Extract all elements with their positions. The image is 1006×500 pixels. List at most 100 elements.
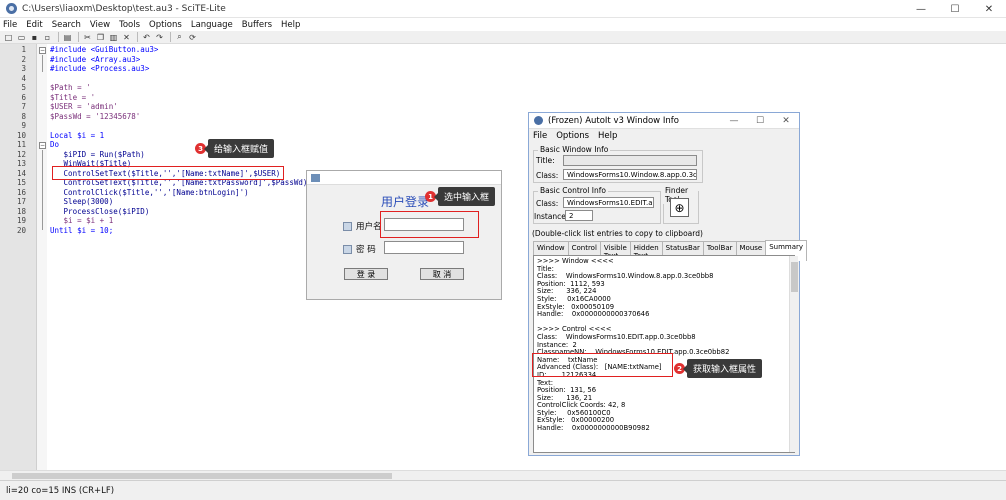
code-line[interactable]: Do [50, 140, 59, 150]
user-icon [343, 221, 352, 231]
scite-app-icon [6, 3, 17, 14]
save-icon[interactable]: ▪ [29, 32, 40, 43]
summary-row[interactable]: >>>> Window <<<< [537, 257, 791, 266]
code-editor[interactable]: 1 2 3 4 5 6 7 8 9 10 11 12 13 14 15 16 17 18 19 20 − − #inc… [0, 44, 1006, 470]
key-icon [343, 244, 352, 254]
summary-row[interactable]: Handle: 0x0000000000B90982 [537, 424, 791, 433]
group-title: Basic Window Info [538, 145, 611, 154]
code-line[interactable]: ProcessClose($iPID) [50, 207, 150, 217]
fold-toggle-icon[interactable]: − [39, 142, 46, 149]
code-line[interactable]: Until $i = 10; [50, 226, 113, 236]
menu-language[interactable]: Language [191, 20, 233, 30]
replace-icon[interactable]: ⟳ [187, 32, 198, 43]
line-number: 10 [16, 130, 26, 140]
print-icon[interactable]: ▤ [62, 32, 73, 43]
title-label: Title: [536, 156, 555, 165]
line-number: 19 [16, 216, 26, 225]
callout-get-properties: 2 获取输入框属性 [674, 359, 763, 378]
line-number: 18 [16, 206, 26, 216]
minimize-button[interactable]: — [904, 0, 938, 18]
scrollbar-thumb[interactable] [12, 473, 392, 479]
line-number: 2 [21, 54, 26, 64]
fold-margin[interactable] [37, 44, 47, 470]
code-line[interactable]: Sleep(3000) [50, 197, 114, 207]
password-input[interactable] [384, 241, 464, 254]
code-line[interactable]: $i = $i + 1 [50, 216, 114, 226]
toolbar: □ ▭ ▪ ▫ ▤ ✂ ❐ ▥ ✕ ↶ ↷ ⌕ ⟳ [0, 31, 1006, 44]
control-class-field[interactable]: WindowsForms10.EDIT.app.0 [563, 197, 654, 208]
wininfo-minimize-button[interactable]: — [721, 113, 747, 129]
wininfo-title: (Frozen) AutoIt v3 Window Info [548, 115, 679, 126]
paste-icon[interactable]: ▥ [108, 32, 119, 43]
autoit-icon [534, 116, 543, 125]
menu-search[interactable]: Search [52, 20, 81, 30]
window-class-field[interactable]: WindowsForms10.Window.8.app.0.3ce0bb8 [563, 169, 697, 180]
finder-tool-icon[interactable]: ⊕ [670, 198, 689, 217]
line-number: 16 [16, 187, 26, 197]
scrollbar-thumb[interactable] [791, 262, 798, 292]
highlight-box-properties [532, 353, 673, 377]
login-button[interactable]: 登 录 [344, 268, 388, 280]
undo-icon[interactable]: ↶ [141, 32, 152, 43]
username-label-text: 用户名 [356, 222, 382, 232]
callout-select-input: 1 选中输入框 [425, 187, 496, 206]
line-number: 11 [16, 140, 26, 149]
summary-scrollbar[interactable] [789, 256, 798, 452]
line-number: 4 [21, 73, 26, 83]
password-label-text: 密 码 [356, 245, 376, 255]
line-number: 17 [16, 197, 26, 206]
line-number: 7 [21, 102, 26, 111]
wininfo-menu-file[interactable]: File [533, 131, 547, 141]
wininfo-menu-help[interactable]: Help [598, 131, 617, 141]
code-line[interactable]: $Title = ' [50, 93, 95, 103]
title-field[interactable] [563, 155, 697, 166]
window-controls: — ☐ ✕ [904, 0, 1006, 18]
wininfo-menu-options[interactable]: Options [556, 131, 589, 141]
editor-horizontal-scrollbar[interactable] [0, 470, 1006, 480]
menu-edit[interactable]: Edit [26, 20, 42, 30]
code-line[interactable]: $USER = 'admin' [50, 102, 118, 112]
highlight-box-input [380, 211, 479, 238]
redo-icon[interactable]: ↷ [154, 32, 165, 43]
password-label: 密 码 [343, 243, 376, 255]
code-line[interactable]: Local $i = 1 [50, 131, 104, 141]
cancel-button[interactable]: 取 消 [420, 268, 464, 280]
menu-view[interactable]: View [90, 20, 110, 30]
maximize-button[interactable]: ☐ [938, 0, 972, 18]
callout-assign-value: 3 给输入框赋值 [195, 139, 275, 158]
menu-bar: File Edit Search View Tools Options Lang… [0, 18, 1006, 31]
code-line[interactable]: $Path = ' [50, 83, 91, 93]
find-icon[interactable]: ⌕ [174, 32, 185, 43]
menu-file[interactable]: File [3, 20, 17, 30]
code-line[interactable]: $PassWd = '12345678' [50, 112, 140, 122]
window-title: C:\Users\liaoxm\Desktop\test.au3 - SciTE… [22, 3, 226, 14]
delete-icon[interactable]: ✕ [121, 32, 132, 43]
menu-help[interactable]: Help [281, 20, 300, 30]
new-icon[interactable]: □ [3, 32, 14, 43]
close-file-icon[interactable]: ▫ [42, 32, 53, 43]
title-bar: C:\Users\liaoxm\Desktop\test.au3 - SciTE… [0, 0, 1006, 18]
code-line[interactable]: ControlClick($Title,'','[Name:btnLogin]'… [50, 188, 249, 198]
open-icon[interactable]: ▭ [16, 32, 27, 43]
wininfo-close-button[interactable]: ✕ [773, 113, 799, 129]
cut-icon[interactable]: ✂ [82, 32, 93, 43]
instance-field[interactable]: 2 [565, 210, 593, 221]
code-line[interactable]: $iPID = Run($Path) [50, 150, 145, 160]
callout-label: 给输入框赋值 [203, 139, 275, 158]
menu-buffers[interactable]: Buffers [242, 20, 272, 30]
close-button[interactable]: ✕ [972, 0, 1006, 18]
status-bar: li=20 co=15 INS (CR+LF) [0, 480, 1006, 500]
code-line[interactable]: #include <Process.au3> [50, 64, 149, 74]
copy-icon[interactable]: ❐ [95, 32, 106, 43]
line-number: 20 [16, 225, 26, 235]
menu-options[interactable]: Options [149, 20, 182, 30]
fold-toggle-icon[interactable]: − [39, 47, 46, 54]
code-line[interactable]: #include <Array.au3> [50, 55, 140, 65]
menu-tools[interactable]: Tools [119, 20, 140, 30]
line-number: 1 [21, 45, 26, 54]
group-title: Basic Control Info [538, 186, 608, 195]
line-number: 5 [21, 83, 26, 92]
code-line[interactable]: #include <GuiButton.au3> [50, 45, 158, 55]
summary-row[interactable]: Handle: 0x0000000000370646 [537, 311, 791, 319]
wininfo-maximize-button[interactable]: ☐ [747, 113, 773, 129]
